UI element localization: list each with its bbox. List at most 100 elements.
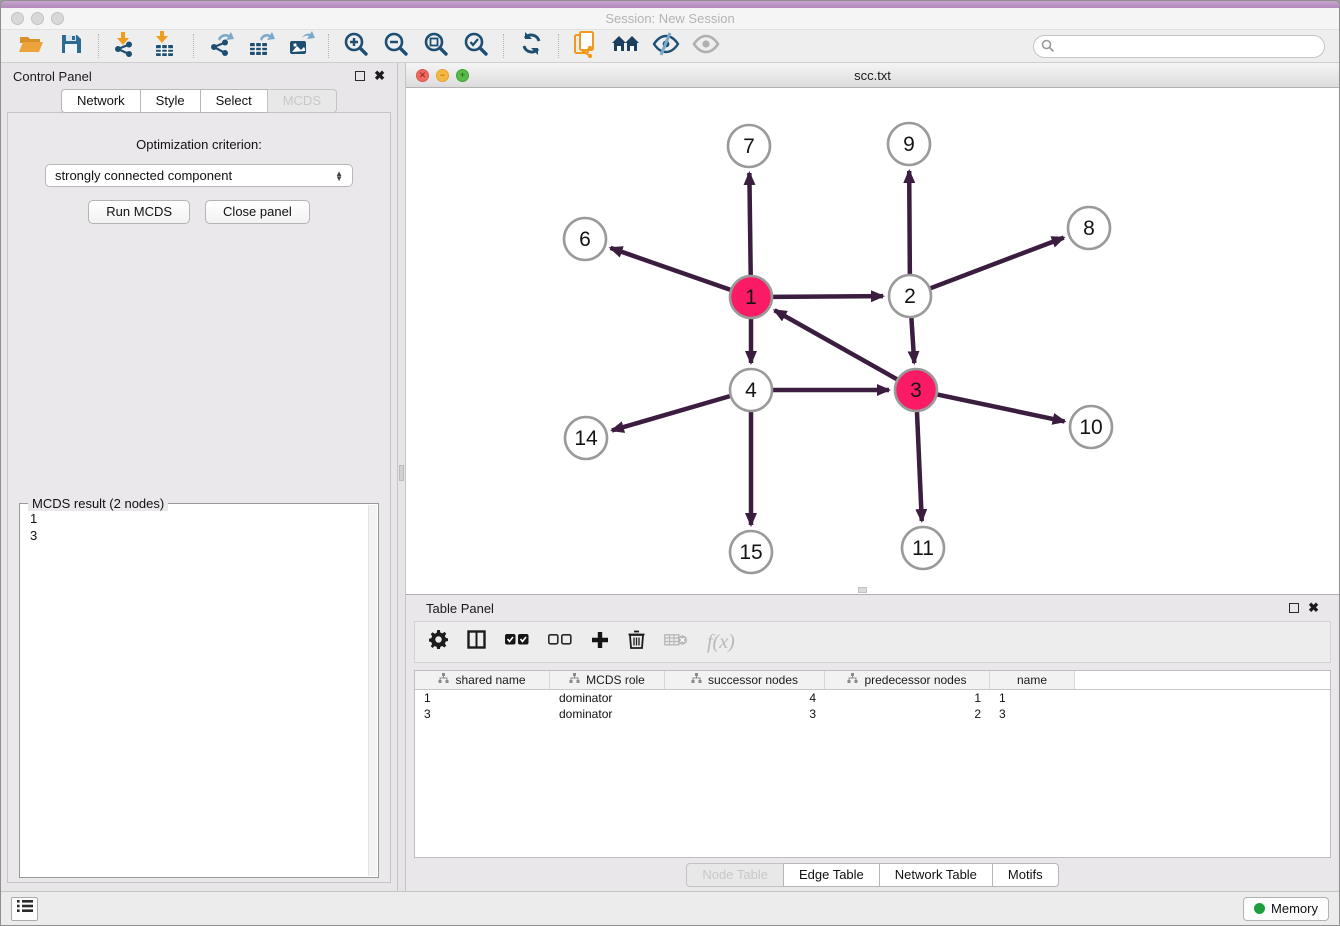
close-panel-button[interactable]: Close panel — [205, 200, 310, 224]
graph-edge-2-9[interactable] — [909, 171, 910, 274]
graph-edge-3-1[interactable] — [775, 310, 897, 379]
table-row[interactable]: 1dominator411 — [415, 690, 1330, 706]
graph-node-15[interactable]: 15 — [730, 531, 772, 573]
result-scrollbar[interactable] — [368, 505, 377, 876]
update-view-button[interactable] — [511, 31, 551, 61]
graph-node-7[interactable]: 7 — [728, 125, 770, 167]
hide-selected-button[interactable] — [646, 31, 686, 61]
table-cell[interactable]: dominator — [550, 691, 665, 705]
zoom-in-icon — [343, 31, 369, 62]
open-session-button[interactable] — [11, 31, 51, 61]
canvas-resize-handle[interactable] — [858, 587, 867, 593]
select-all-columns-button[interactable] — [505, 633, 529, 651]
toggle-panes-button[interactable] — [467, 630, 486, 654]
tab-style[interactable]: Style — [140, 89, 201, 113]
hierarchy-icon — [569, 673, 580, 687]
graph-edge-1-2[interactable] — [773, 296, 883, 297]
table-cell[interactable]: dominator — [550, 707, 665, 721]
close-panel-icon[interactable]: ✖ — [374, 71, 385, 81]
svg-text:3: 3 — [910, 379, 922, 402]
zoom-out-button[interactable] — [376, 31, 416, 61]
graph-node-10[interactable]: 10 — [1070, 406, 1112, 448]
table-cell[interactable]: 1 — [825, 691, 990, 705]
hierarchy-icon — [847, 673, 858, 687]
refresh-icon — [519, 31, 544, 61]
graph-node-3[interactable]: 3 — [895, 369, 937, 411]
zoom-in-button[interactable] — [336, 31, 376, 61]
column-header-successor-nodes[interactable]: successor nodes — [665, 671, 825, 689]
window-accent-strip — [1, 1, 1339, 8]
task-history-button[interactable] — [11, 897, 38, 921]
split-panes-icon — [467, 630, 486, 654]
graph-node-14[interactable]: 14 — [565, 417, 607, 459]
graph-node-6[interactable]: 6 — [564, 218, 606, 260]
toolbar-separator — [98, 34, 99, 58]
zoom-fit-button[interactable] — [416, 31, 456, 61]
table-cell[interactable]: 2 — [825, 707, 990, 721]
export-network-button[interactable] — [201, 31, 241, 61]
memory-button[interactable]: Memory — [1243, 897, 1329, 921]
table-panel-header: Table Panel ✖ — [414, 595, 1331, 621]
table-settings-button[interactable] — [429, 630, 448, 654]
toolbar-separator — [328, 34, 329, 58]
search-input[interactable] — [1033, 35, 1325, 58]
tab-motifs[interactable]: Motifs — [992, 863, 1059, 887]
tab-network[interactable]: Network — [61, 89, 141, 113]
network-canvas[interactable]: 7 9 6 8 1 2 4 3 14 10 15 11 — [406, 88, 1339, 594]
graph-node-8[interactable]: 8 — [1068, 207, 1110, 249]
save-session-button[interactable] — [51, 31, 91, 61]
column-header-MCDS-role[interactable]: MCDS role — [550, 671, 665, 689]
graph-node-9[interactable]: 9 — [888, 123, 930, 165]
graph-edge-1-6[interactable] — [610, 248, 730, 290]
import-table-icon — [153, 31, 179, 62]
graph-edge-2-3[interactable] — [911, 318, 914, 363]
panel-divider[interactable] — [397, 63, 406, 891]
table-row[interactable]: 3dominator323 — [415, 706, 1330, 722]
run-mcds-button[interactable]: Run MCDS — [88, 200, 190, 224]
import-network-button[interactable] — [106, 31, 146, 61]
svg-text:6: 6 — [579, 228, 591, 251]
close-panel-icon[interactable]: ✖ — [1308, 603, 1319, 613]
table-toolbar: f(x) — [414, 621, 1331, 663]
graph-edge-1-7[interactable] — [749, 173, 750, 275]
graph-edge-4-14[interactable] — [612, 396, 730, 430]
show-all-button[interactable] — [686, 31, 726, 61]
deselect-all-columns-button[interactable] — [548, 633, 572, 651]
clone-network-button[interactable] — [566, 31, 606, 61]
import-table-button[interactable] — [146, 31, 186, 61]
table-cell[interactable]: 1 — [415, 691, 550, 705]
float-panel-icon[interactable] — [1289, 603, 1299, 613]
graph-edge-2-8[interactable] — [931, 238, 1064, 289]
first-neighbors-button[interactable] — [606, 31, 646, 61]
graph-edge-3-10[interactable] — [938, 395, 1065, 422]
criterion-select[interactable]: strongly connected component ▲▼ — [45, 164, 353, 187]
graph-node-1[interactable]: 1 — [730, 276, 772, 318]
add-column-button[interactable] — [591, 631, 609, 654]
table-cell[interactable]: 3 — [415, 707, 550, 721]
titlebar: Session: New Session — [1, 8, 1339, 29]
export-image-button[interactable] — [281, 31, 321, 61]
zoom-selected-button[interactable] — [456, 31, 496, 61]
export-table-button[interactable] — [241, 31, 281, 61]
table-cell[interactable]: 3 — [665, 707, 825, 721]
column-header-predecessor-nodes[interactable]: predecessor nodes — [825, 671, 990, 689]
graph-node-4[interactable]: 4 — [730, 369, 772, 411]
divider-handle[interactable] — [399, 465, 404, 481]
column-header-shared-name[interactable]: shared name — [415, 671, 550, 689]
import-network-icon — [113, 31, 139, 62]
graph-node-11[interactable]: 11 — [902, 527, 944, 569]
tab-edge-table[interactable]: Edge Table — [783, 863, 880, 887]
result-line: 3 — [30, 527, 368, 544]
table-cell[interactable]: 3 — [990, 707, 1075, 721]
node-table[interactable]: shared nameMCDS rolesuccessor nodesprede… — [414, 670, 1331, 858]
column-header-name[interactable]: name — [990, 671, 1075, 689]
table-cell[interactable]: 1 — [990, 691, 1075, 705]
float-panel-icon[interactable] — [355, 71, 365, 81]
tab-network-table[interactable]: Network Table — [879, 863, 993, 887]
table-cell[interactable]: 4 — [665, 691, 825, 705]
graph-node-2[interactable]: 2 — [889, 275, 931, 317]
graph-edge-3-11[interactable] — [917, 412, 922, 521]
svg-text:11: 11 — [912, 537, 934, 560]
delete-column-button[interactable] — [628, 630, 645, 654]
tab-select[interactable]: Select — [200, 89, 268, 113]
